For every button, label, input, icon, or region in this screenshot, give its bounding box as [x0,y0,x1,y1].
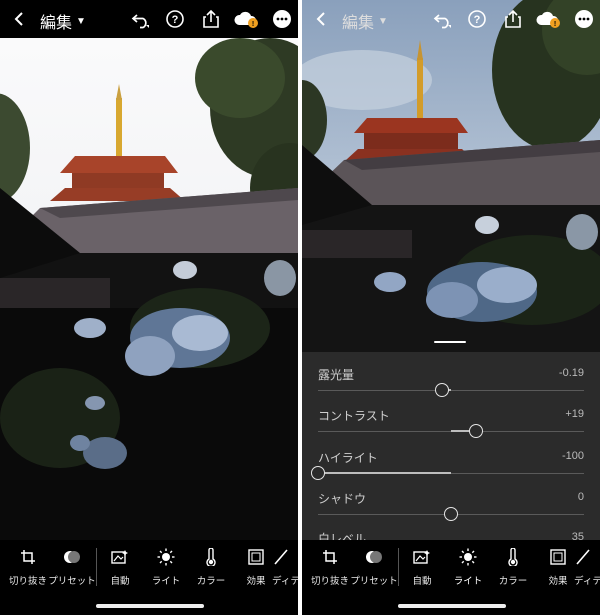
right-editor-view: 編集 ▼ ? ! 露光量 -0.19 コントラスト +19 ハイライト -100… [302,0,600,615]
more-icon[interactable] [271,8,293,30]
share-icon[interactable] [200,8,222,30]
slider-value: -100 [561,450,584,462]
tool-label: カラー [196,576,226,587]
panel-drag-handle[interactable] [434,341,466,343]
slider-label: 白レベル [318,532,367,540]
tool-label: カラー [498,576,528,587]
slider-fill [318,472,451,474]
presets-icon [365,548,383,566]
slider-track[interactable] [318,390,584,391]
photo-after [302,0,600,352]
tool-label: 切り抜き [310,576,349,587]
effects-icon [549,548,567,566]
slider-thumb[interactable] [434,383,449,397]
tool-label: ライト [151,576,181,587]
tool-label: 切り抜き [8,576,47,587]
photo-before [0,38,298,540]
presets-icon [63,548,81,566]
slider-value: +19 [565,408,584,420]
home-indicator [398,604,506,608]
tool-detail[interactable]: ディテール [574,548,600,588]
slider-thumb[interactable] [444,507,458,521]
undo-icon[interactable] [130,8,152,30]
slider-label: ハイライト [318,451,378,465]
top-bar: 編集 ▼ ? ! [302,0,600,38]
tool-auto[interactable]: 自動 [396,548,448,588]
slider-highlights[interactable]: ハイライト -100 [311,449,584,489]
color-icon [202,548,220,566]
chevron-down-icon: ▼ [76,15,86,27]
detail-icon [574,548,592,566]
tool-label: ディテール [272,576,298,587]
slider-thumb[interactable] [311,466,325,480]
slider-shadows[interactable]: シャドウ 0 [316,490,584,530]
auto-icon [413,548,431,566]
effects-icon [247,548,265,566]
slider-label: シャドウ [318,492,367,506]
slider-value: -0.19 [558,367,584,379]
more-icon[interactable] [573,8,595,30]
tool-label: ライト [453,576,483,587]
light-icon [459,548,477,566]
top-bar: 編集 ▼ ? ! [0,0,298,38]
tool-detail[interactable]: ディテール [272,548,298,588]
page-title: 編集 [342,15,375,32]
auto-icon [111,548,129,566]
slider-value: 0 [577,491,584,503]
tool-label: 効果 [246,576,266,587]
tool-label: 自動 [412,576,432,587]
tool-label: プリセット [350,576,398,587]
detail-icon [272,548,290,566]
tool-presets[interactable]: プリセット [46,548,98,588]
cloud-sync-icon[interactable]: ! [535,8,563,30]
back-icon[interactable] [310,8,332,30]
page-title: 編集 [40,15,73,32]
color-icon [504,548,522,566]
chevron-down-icon: ▼ [378,15,388,27]
cloud-sync-icon[interactable]: ! [233,8,261,30]
svg-text:!: ! [554,21,556,28]
slider-thumb[interactable] [469,424,484,438]
back-icon[interactable] [8,8,30,30]
share-icon[interactable] [502,8,524,30]
tool-presets[interactable]: プリセット [348,548,400,588]
crop-icon [19,548,37,566]
light-adjustments-panel: 露光量 -0.19 コントラスト +19 ハイライト -100 シャドウ 0 白… [302,352,600,540]
crop-icon [321,548,339,566]
svg-text:?: ? [474,14,481,26]
tool-label: プリセット [48,576,96,587]
home-indicator [96,604,204,608]
undo-icon[interactable] [432,8,454,30]
tool-label: ディテール [574,576,600,587]
svg-text:!: ! [252,21,254,28]
slider-label: コントラスト [318,409,390,423]
light-icon [157,548,175,566]
svg-text:?: ? [172,14,179,26]
tool-auto[interactable]: 自動 [94,548,146,588]
slider-exposure[interactable]: 露光量 -0.19 [316,366,584,406]
edit-menu-title[interactable]: 編集 ▼ [342,9,388,33]
edit-menu-title[interactable]: 編集 ▼ [40,9,86,33]
help-icon[interactable]: ? [466,8,488,30]
slider-label: 露光量 [318,368,355,382]
slider-whites[interactable]: 白レベル 35 [316,530,584,540]
tool-label: 自動 [110,576,130,587]
help-icon[interactable]: ? [164,8,186,30]
slider-contrast[interactable]: コントラスト +19 [316,407,584,447]
tool-label: 効果 [548,576,568,587]
left-editor-view: 編集 ▼ ? ! 切り抜き プリセット 自動 ライト カラー 効果 ディテ [0,0,298,615]
slider-value: 35 [571,531,584,540]
